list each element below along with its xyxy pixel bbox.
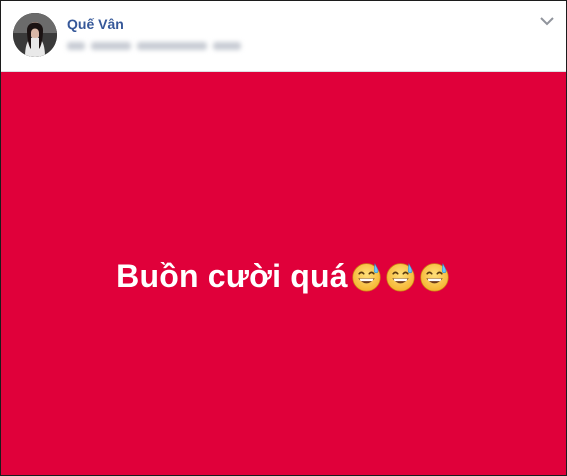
grinning-sweat-emoji <box>352 263 381 292</box>
author-avatar[interactable] <box>13 13 57 57</box>
status-content: Buồn cười quá <box>1 72 566 475</box>
grinning-sweat-emoji <box>386 263 415 292</box>
chevron-down-icon <box>540 17 554 26</box>
grinning-sweat-emoji <box>420 263 449 292</box>
post-timestamp-blurred <box>67 40 257 52</box>
facebook-post: Quế Vân Buồn cười quá <box>0 0 567 476</box>
author-name[interactable]: Quế Vân <box>67 16 124 32</box>
post-header: Quế Vân <box>1 1 566 71</box>
post-options-button[interactable] <box>535 11 559 31</box>
status-text: Buồn cười quá <box>116 258 348 294</box>
status-background: Buồn cười quá <box>1 72 566 475</box>
